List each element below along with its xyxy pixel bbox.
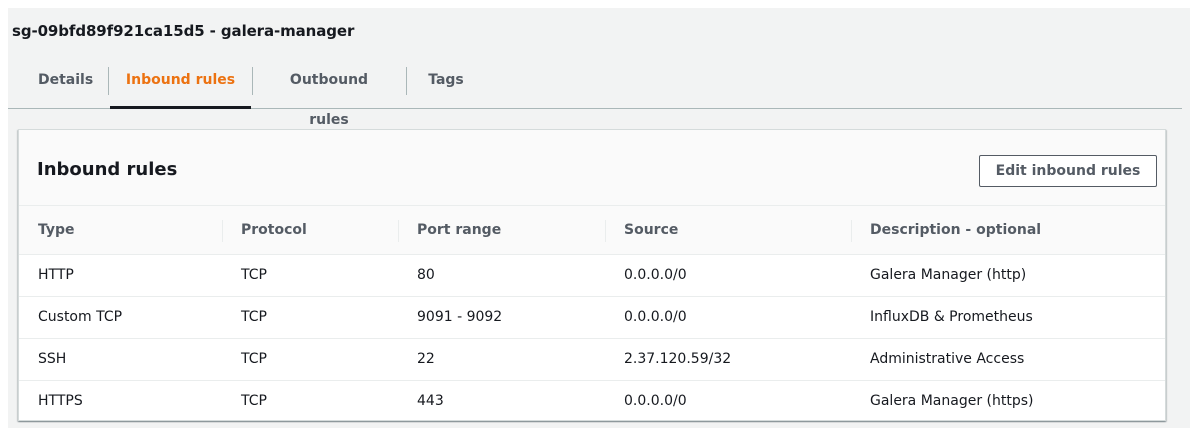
edit-inbound-rules-button[interactable]: Edit inbound rules — [979, 155, 1157, 187]
tab-inbound-rules[interactable]: Inbound rules — [110, 60, 251, 109]
tab-divider — [252, 67, 253, 95]
cell-port-range: 80 — [398, 254, 605, 297]
cell-source: 0.0.0.0/0 — [605, 296, 851, 339]
cell-source: 0.0.0.0/0 — [605, 254, 851, 297]
security-group-page: sg-09bfd89f921ca15d5 - galera-manager De… — [8, 8, 1190, 428]
cell-type: HTTPS — [38, 393, 83, 410]
tab-outbound-rules[interactable]: Outbound rules — [270, 60, 388, 128]
column-header-protocol[interactable]: Protocol — [222, 206, 398, 255]
column-header-description[interactable]: Description - optional — [851, 206, 1165, 255]
panel-title: Inbound rules — [37, 159, 178, 180]
tab-bar: Details Inbound rules Outbound rules Tag… — [8, 60, 1182, 128]
table-row: SSH TCP 22 2.37.120.59/32 Administrative… — [19, 338, 1165, 381]
table-header-row: Type Protocol Port range Source Descript… — [19, 206, 1165, 255]
table-row: HTTPS TCP 443 0.0.0.0/0 Galera Manager (… — [19, 380, 1165, 420]
cell-port-range: 22 — [398, 338, 605, 381]
tab-details[interactable]: Details — [38, 60, 93, 108]
cell-description: Galera Manager (http) — [851, 254, 1165, 297]
inbound-rules-table: Type Protocol Port range Source Descript… — [19, 206, 1165, 420]
column-header-source[interactable]: Source — [605, 206, 851, 255]
cell-source: 2.37.120.59/32 — [605, 338, 851, 381]
cell-protocol: TCP — [222, 338, 398, 381]
cell-type: SSH — [19, 338, 222, 381]
tab-divider — [108, 67, 109, 95]
panel-header: Inbound rules Edit inbound rules — [19, 130, 1165, 206]
cell-type: HTTP — [19, 254, 222, 297]
cell-source: 0.0.0.0/0 — [624, 393, 687, 410]
table-row: HTTP TCP 80 0.0.0.0/0 Galera Manager (ht… — [19, 254, 1165, 297]
cell-type: Custom TCP — [19, 296, 222, 339]
inbound-rules-panel: Inbound rules Edit inbound rules Type Pr… — [18, 129, 1166, 421]
cell-description: Administrative Access — [851, 338, 1165, 381]
cell-protocol: TCP — [222, 296, 398, 339]
cell-description: InfluxDB & Prometheus — [851, 296, 1165, 339]
table-row: Custom TCP TCP 9091 - 9092 0.0.0.0/0 Inf… — [19, 296, 1165, 339]
cell-protocol: TCP — [222, 254, 398, 297]
security-group-title: sg-09bfd89f921ca15d5 - galera-manager — [12, 22, 355, 40]
cell-protocol: TCP — [241, 393, 267, 410]
column-header-port-range[interactable]: Port range — [398, 206, 605, 255]
tab-tags[interactable]: Tags — [428, 60, 464, 108]
cell-port-range: 9091 - 9092 — [398, 296, 605, 339]
column-header-type[interactable]: Type — [19, 206, 222, 255]
cell-port-range: 443 — [417, 393, 444, 410]
cell-description: Galera Manager (https) — [870, 393, 1034, 410]
tab-divider — [406, 67, 407, 95]
